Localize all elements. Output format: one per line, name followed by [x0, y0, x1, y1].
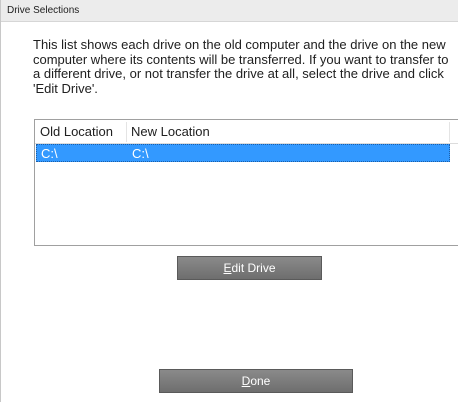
drive-list[interactable]: Old Location New Location C:\ C:\: [34, 119, 458, 246]
drive-row-c[interactable]: C:\ C:\: [36, 144, 450, 162]
list-header: Old Location New Location: [35, 120, 458, 144]
column-separator[interactable]: [449, 122, 450, 142]
done-mnemonic: D: [241, 374, 251, 388]
edit-drive-mnemonic: E: [223, 261, 232, 275]
edit-drive-label: dit Drive: [231, 261, 276, 275]
cell-old-location: C:\: [41, 146, 58, 161]
title-bar: Drive Selections: [1, 0, 458, 22]
column-header-old-location[interactable]: Old Location: [40, 124, 113, 139]
edit-drive-button[interactable]: Edit Drive: [177, 256, 322, 280]
column-header-new-location[interactable]: New Location: [131, 124, 210, 139]
done-button[interactable]: Done: [159, 369, 353, 393]
cell-new-location: C:\: [132, 146, 149, 161]
window-title: Drive Selections: [7, 5, 80, 16]
drive-selections-window: Drive Selections This list shows each dr…: [0, 0, 458, 402]
description-text: This list shows each drive on the old co…: [33, 37, 449, 96]
column-separator[interactable]: [126, 122, 127, 142]
done-label: one: [250, 374, 271, 388]
